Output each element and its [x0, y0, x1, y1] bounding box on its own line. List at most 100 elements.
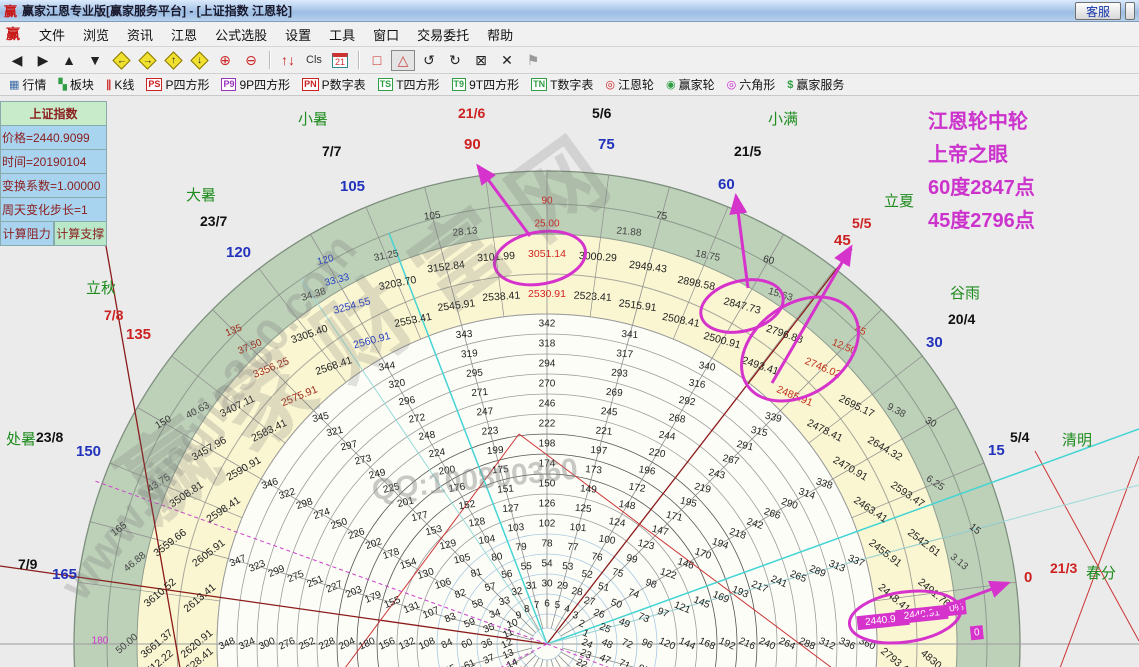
wheel-label: 32: [511, 586, 524, 599]
menu-item-江恩[interactable]: 江恩: [162, 22, 206, 47]
app-logo-icon: 赢: [4, 4, 18, 19]
wheel-deg-label: 0: [1024, 569, 1033, 586]
quotes-icon: ▦: [9, 79, 20, 91]
diamond-left-icon[interactable]: ←: [109, 50, 133, 71]
diamond-up-icon[interactable]: ↑: [161, 50, 185, 71]
calendar-icon[interactable]: 21: [328, 50, 352, 71]
wheel-label: 343: [455, 329, 473, 341]
view-label: 赢家轮: [678, 78, 715, 92]
cls-button[interactable]: Cls: [302, 50, 326, 71]
wheel-term-label: 处暑: [6, 431, 37, 448]
wheel-term-label: 立秋: [86, 280, 117, 297]
wheel-label: 90: [541, 196, 553, 207]
wheel-label: 198: [539, 439, 556, 450]
wheel-date-label: 21/5: [734, 143, 762, 159]
winner-service-icon: $: [787, 78, 794, 91]
flag-icon[interactable]: ⚑: [521, 50, 545, 71]
diamond-right-icon[interactable]: →: [135, 50, 159, 71]
view-button-9t-square[interactable]: T9 9T四方形: [447, 75, 525, 94]
view-label: 江恩轮: [618, 78, 655, 92]
wheel-label: 270: [539, 379, 556, 390]
wheel-label: 295: [466, 368, 484, 380]
wheel-term-label: 大暑: [186, 187, 217, 204]
menu-bar: 赢 文件 浏览 资讯 江恩 公式选股 设置 工具 窗口 交易委托 帮助: [0, 22, 1139, 47]
partial-button[interactable]: [1125, 1, 1135, 20]
updown-arrows-icon[interactable]: ↑↓: [276, 50, 300, 71]
wheel-label: 101: [569, 522, 587, 534]
view-button-t-square[interactable]: TS T四方形: [373, 75, 445, 94]
annotation-line: 45度2796点: [928, 210, 1035, 232]
menu-item-工具[interactable]: 工具: [320, 22, 364, 47]
wheel-label: 127: [502, 503, 520, 515]
menu-item-公式选股[interactable]: 公式选股: [206, 22, 276, 47]
wheel-date-label: 23/8: [36, 429, 64, 445]
wheel-date-label: 5/6: [592, 105, 612, 121]
wheel-label: 75: [655, 210, 668, 222]
cross-icon[interactable]: ✕: [495, 50, 519, 71]
down-icon[interactable]: ▼: [83, 50, 107, 71]
view-button-winner-service[interactable]: $ 赢家服务: [782, 75, 849, 94]
menu-item-文件[interactable]: 文件: [30, 22, 74, 47]
rotate-cw-icon[interactable]: ↻: [443, 50, 467, 71]
wheel-label: 6: [544, 599, 550, 610]
t-number-table-icon: TN: [531, 78, 548, 91]
calc-support-button[interactable]: 计算支撑: [53, 222, 107, 246]
rect-tool-icon[interactable]: □: [365, 50, 389, 71]
menu-items: 文件 浏览 资讯 江恩 公式选股 设置 工具 窗口 交易委托 帮助: [30, 22, 522, 47]
wheel-label: 342: [539, 319, 556, 330]
panel-row: 时间=20190104: [0, 150, 107, 174]
up-icon[interactable]: ▲: [57, 50, 81, 71]
view-button-quotes[interactable]: ▦ 行情: [4, 75, 51, 94]
calc-resistance-button[interactable]: 计算阻力: [0, 222, 54, 246]
kefu-button[interactable]: 客服: [1074, 1, 1121, 20]
view-label: P四方形: [165, 78, 210, 92]
wheel-deg-label: 45: [834, 232, 851, 249]
wheel-deg-label: 120: [226, 244, 252, 261]
view-label: 赢家服务: [796, 78, 845, 92]
view-button-9p-square[interactable]: P9 9P四方形: [216, 75, 295, 94]
wheel-label: 149: [580, 483, 598, 495]
wheel-deg-label: 90: [464, 136, 481, 153]
wheel-label: 245: [600, 406, 618, 418]
view-button-gann-wheel[interactable]: ◎ 江恩轮: [600, 75, 659, 94]
back-icon[interactable]: ◀: [5, 50, 29, 71]
wheel-label: 28: [571, 586, 584, 599]
wheel-label: 103: [507, 522, 525, 534]
boxed-x-icon[interactable]: ⊠: [469, 50, 493, 71]
view-button-sectors[interactable]: ▚ 板块: [53, 75, 98, 94]
triangle-tool-icon[interactable]: △: [391, 49, 415, 71]
forward-icon[interactable]: ▶: [31, 50, 55, 71]
view-button-p-number-table[interactable]: PN P数字表: [297, 75, 371, 94]
view-button-winner-wheel[interactable]: ◉ 赢家轮: [661, 75, 720, 94]
wheel-label: 150: [539, 479, 556, 490]
menu-item-帮助[interactable]: 帮助: [478, 22, 522, 47]
view-label: T四方形: [396, 78, 440, 92]
annotation-block: 江恩轮中轮 上帝之眼 60度2847点 45度2796点: [928, 106, 1035, 238]
wheel-label: 105: [423, 210, 441, 223]
menu-item-交易委托[interactable]: 交易委托: [408, 22, 478, 47]
wheel-date-label: 20/4: [948, 311, 976, 327]
view-button-t-number-table[interactable]: TN T数字表: [526, 75, 598, 94]
wheel-label: 126: [539, 499, 556, 510]
toolbar-separator: [358, 51, 359, 69]
rotate-ccw-icon[interactable]: ↺: [417, 50, 441, 71]
view-button-p-square[interactable]: PS P四方形: [141, 75, 214, 94]
view-button-hexagon[interactable]: ◎ 六角形: [722, 75, 781, 94]
panel-title: 上证指数: [0, 101, 107, 126]
menu-item-资讯[interactable]: 资讯: [118, 22, 162, 47]
wheel-label: 52: [581, 569, 594, 582]
wheel-term-label: 小暑: [298, 111, 329, 128]
menu-item-浏览[interactable]: 浏览: [74, 22, 118, 47]
zoom-in-icon[interactable]: ⊕: [213, 50, 237, 71]
wheel-label: 29: [557, 580, 569, 592]
zoom-out-icon[interactable]: ⊖: [239, 50, 263, 71]
view-label: K线: [114, 78, 135, 92]
9p-square-icon: P9: [221, 78, 237, 91]
wheel-deg-label: 75: [598, 136, 615, 153]
menu-item-设置[interactable]: 设置: [276, 22, 320, 47]
view-button-kline[interactable]: ∥ K线: [101, 75, 140, 94]
wheel-label: 173: [585, 464, 603, 476]
diamond-down-icon[interactable]: ↓: [187, 50, 211, 71]
view-label: 行情: [22, 78, 47, 92]
menu-item-窗口[interactable]: 窗口: [364, 22, 408, 47]
